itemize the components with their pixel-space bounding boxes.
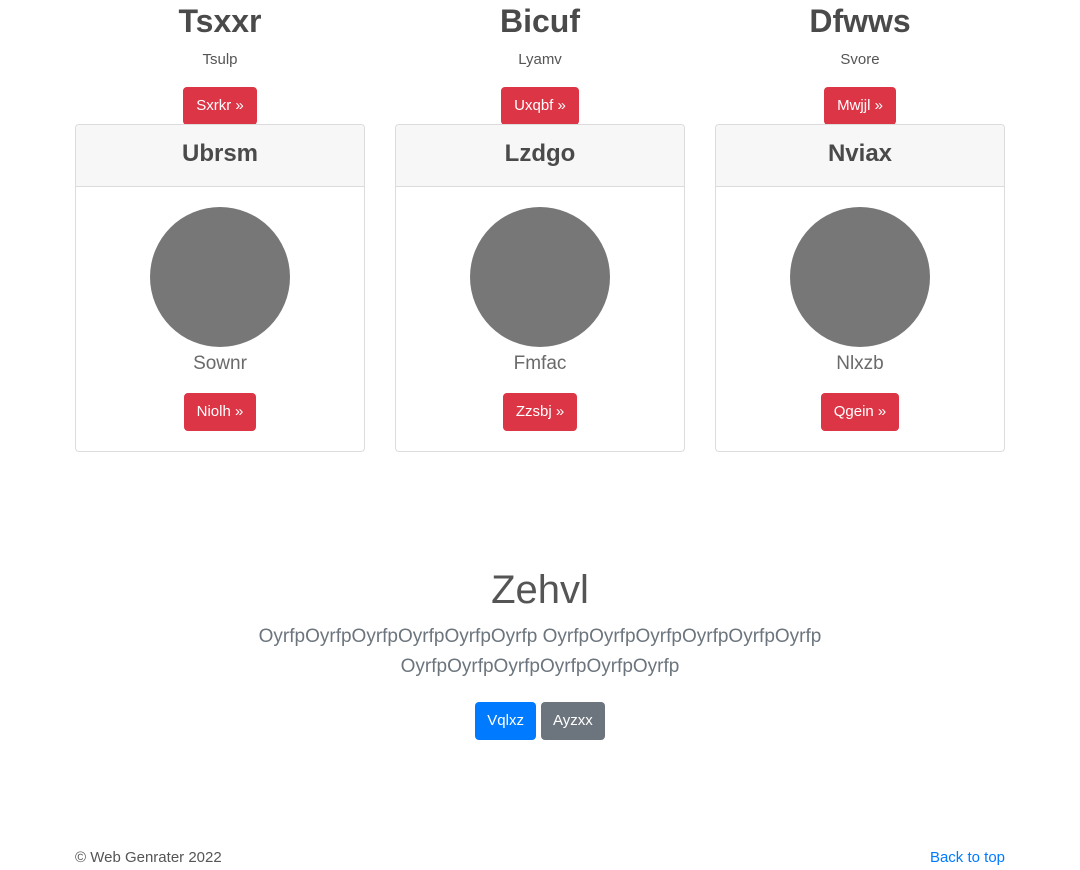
hero-buttons: Vqlxz Ayzxx	[0, 702, 1080, 740]
top-item-subtitle: Lyamv	[518, 51, 562, 68]
top-item-button[interactable]: Uxqbf »	[501, 87, 579, 125]
card-name: Fmfac	[513, 353, 567, 374]
top-item-title: Tsxxr	[178, 3, 262, 39]
avatar	[470, 207, 610, 347]
card-button[interactable]: Zzsbj »	[502, 393, 578, 431]
card-row: Ubrsm Sownr Niolh » Lzdgo Fmfac Zzsbj » …	[75, 124, 1005, 452]
back-to-top-link[interactable]: Back to top	[930, 848, 1005, 868]
top-row: Tsxxr Tsulp Sxrkr » Bicuf Lyamv Uxqbf » …	[75, 0, 1005, 125]
top-item-subtitle: Tsulp	[202, 51, 238, 68]
hero-section: Zehvl OyrfpOyrfpOyrfpOyrfpOyrfpOyrfp Oyr…	[0, 566, 1080, 740]
page: Tsxxr Tsulp Sxrkr » Bicuf Lyamv Uxqbf » …	[0, 0, 1080, 870]
top-item-title: Dfwws	[809, 3, 911, 39]
card-name: Sownr	[193, 353, 247, 374]
hero-primary-button[interactable]: Vqlxz	[475, 702, 536, 740]
avatar	[150, 207, 290, 347]
hero-title: Zehvl	[491, 568, 589, 612]
card-header: Nviax	[716, 125, 1004, 187]
top-item-button[interactable]: Sxrkr »	[183, 87, 257, 125]
profile-card: Lzdgo Fmfac Zzsbj »	[395, 124, 685, 452]
profile-card: Ubrsm Sownr Niolh »	[75, 124, 365, 452]
card-name: Nlxzb	[836, 353, 884, 374]
top-item-subtitle: Svore	[840, 51, 880, 68]
top-item: Tsxxr Tsulp Sxrkr »	[75, 0, 365, 125]
hero-secondary-button[interactable]: Ayzxx	[540, 702, 605, 740]
card-header: Ubrsm	[76, 125, 364, 187]
profile-card: Nviax Nlxzb Qgein »	[715, 124, 1005, 452]
hero-text: OyrfpOyrfpOyrfpOyrfpOyrfpOyrfp OyrfpOyrf…	[258, 626, 822, 677]
top-item: Dfwws Svore Mwjjl »	[715, 0, 1005, 125]
top-item: Bicuf Lyamv Uxqbf »	[395, 0, 685, 125]
top-item-title: Bicuf	[500, 3, 580, 39]
card-header: Lzdgo	[396, 125, 684, 187]
card-button[interactable]: Niolh »	[183, 393, 257, 431]
top-item-button[interactable]: Mwjjl »	[824, 87, 896, 125]
avatar	[790, 207, 930, 347]
copyright-text: © Web Genrater 2022	[75, 849, 222, 866]
card-button[interactable]: Qgein »	[820, 393, 900, 431]
footer: © Web Genrater 2022 Back to top	[75, 848, 1005, 868]
